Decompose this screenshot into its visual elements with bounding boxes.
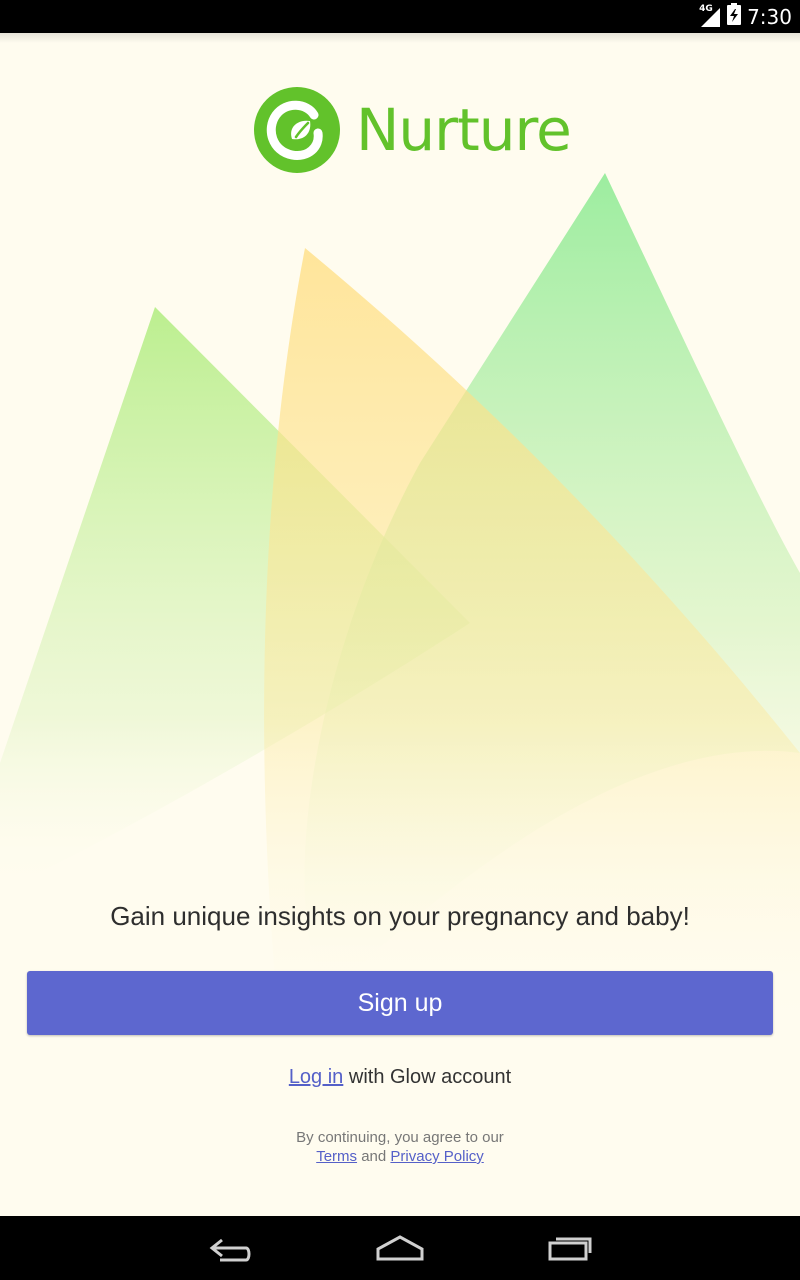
- battery-icon: [727, 3, 742, 30]
- tagline: Gain unique insights on your pregnancy a…: [110, 901, 690, 931]
- background-leaves-art: [0, 173, 800, 1037]
- terms-link[interactable]: Terms: [316, 1148, 357, 1165]
- legal-notice: By continuing, you agree to our Terms an…: [0, 1128, 800, 1166]
- home-icon: [376, 1235, 424, 1261]
- back-button[interactable]: [190, 1224, 270, 1272]
- login-link[interactable]: Log in: [289, 1066, 344, 1088]
- signup-button[interactable]: Sign up: [27, 971, 773, 1035]
- app-logo: Nurture: [252, 85, 572, 175]
- login-line: Log in with Glow account: [0, 1066, 800, 1089]
- status-bar: 4G 7:30: [0, 0, 800, 33]
- back-icon: [209, 1238, 251, 1262]
- status-time: 7:30: [747, 4, 792, 29]
- home-button[interactable]: [360, 1224, 440, 1272]
- recent-apps-icon: [548, 1237, 592, 1261]
- legal-and-text: and: [357, 1148, 391, 1165]
- navigation-bar: [0, 1216, 800, 1280]
- onboarding-screen: Nurture Gain unique insights on your pre…: [0, 33, 800, 1216]
- login-suffix-text: with Glow account: [343, 1066, 512, 1088]
- app-name: Nurture: [356, 96, 572, 164]
- signal-icon: 4G: [699, 4, 721, 28]
- privacy-policy-link[interactable]: Privacy Policy: [390, 1148, 483, 1165]
- top-shadow: [0, 33, 800, 43]
- status-icons: 4G 7:30: [699, 0, 792, 33]
- legal-prefix-text: By continuing, you agree to our: [296, 1129, 504, 1146]
- nurture-logo-icon: [254, 87, 340, 173]
- recent-apps-button[interactable]: [530, 1224, 610, 1272]
